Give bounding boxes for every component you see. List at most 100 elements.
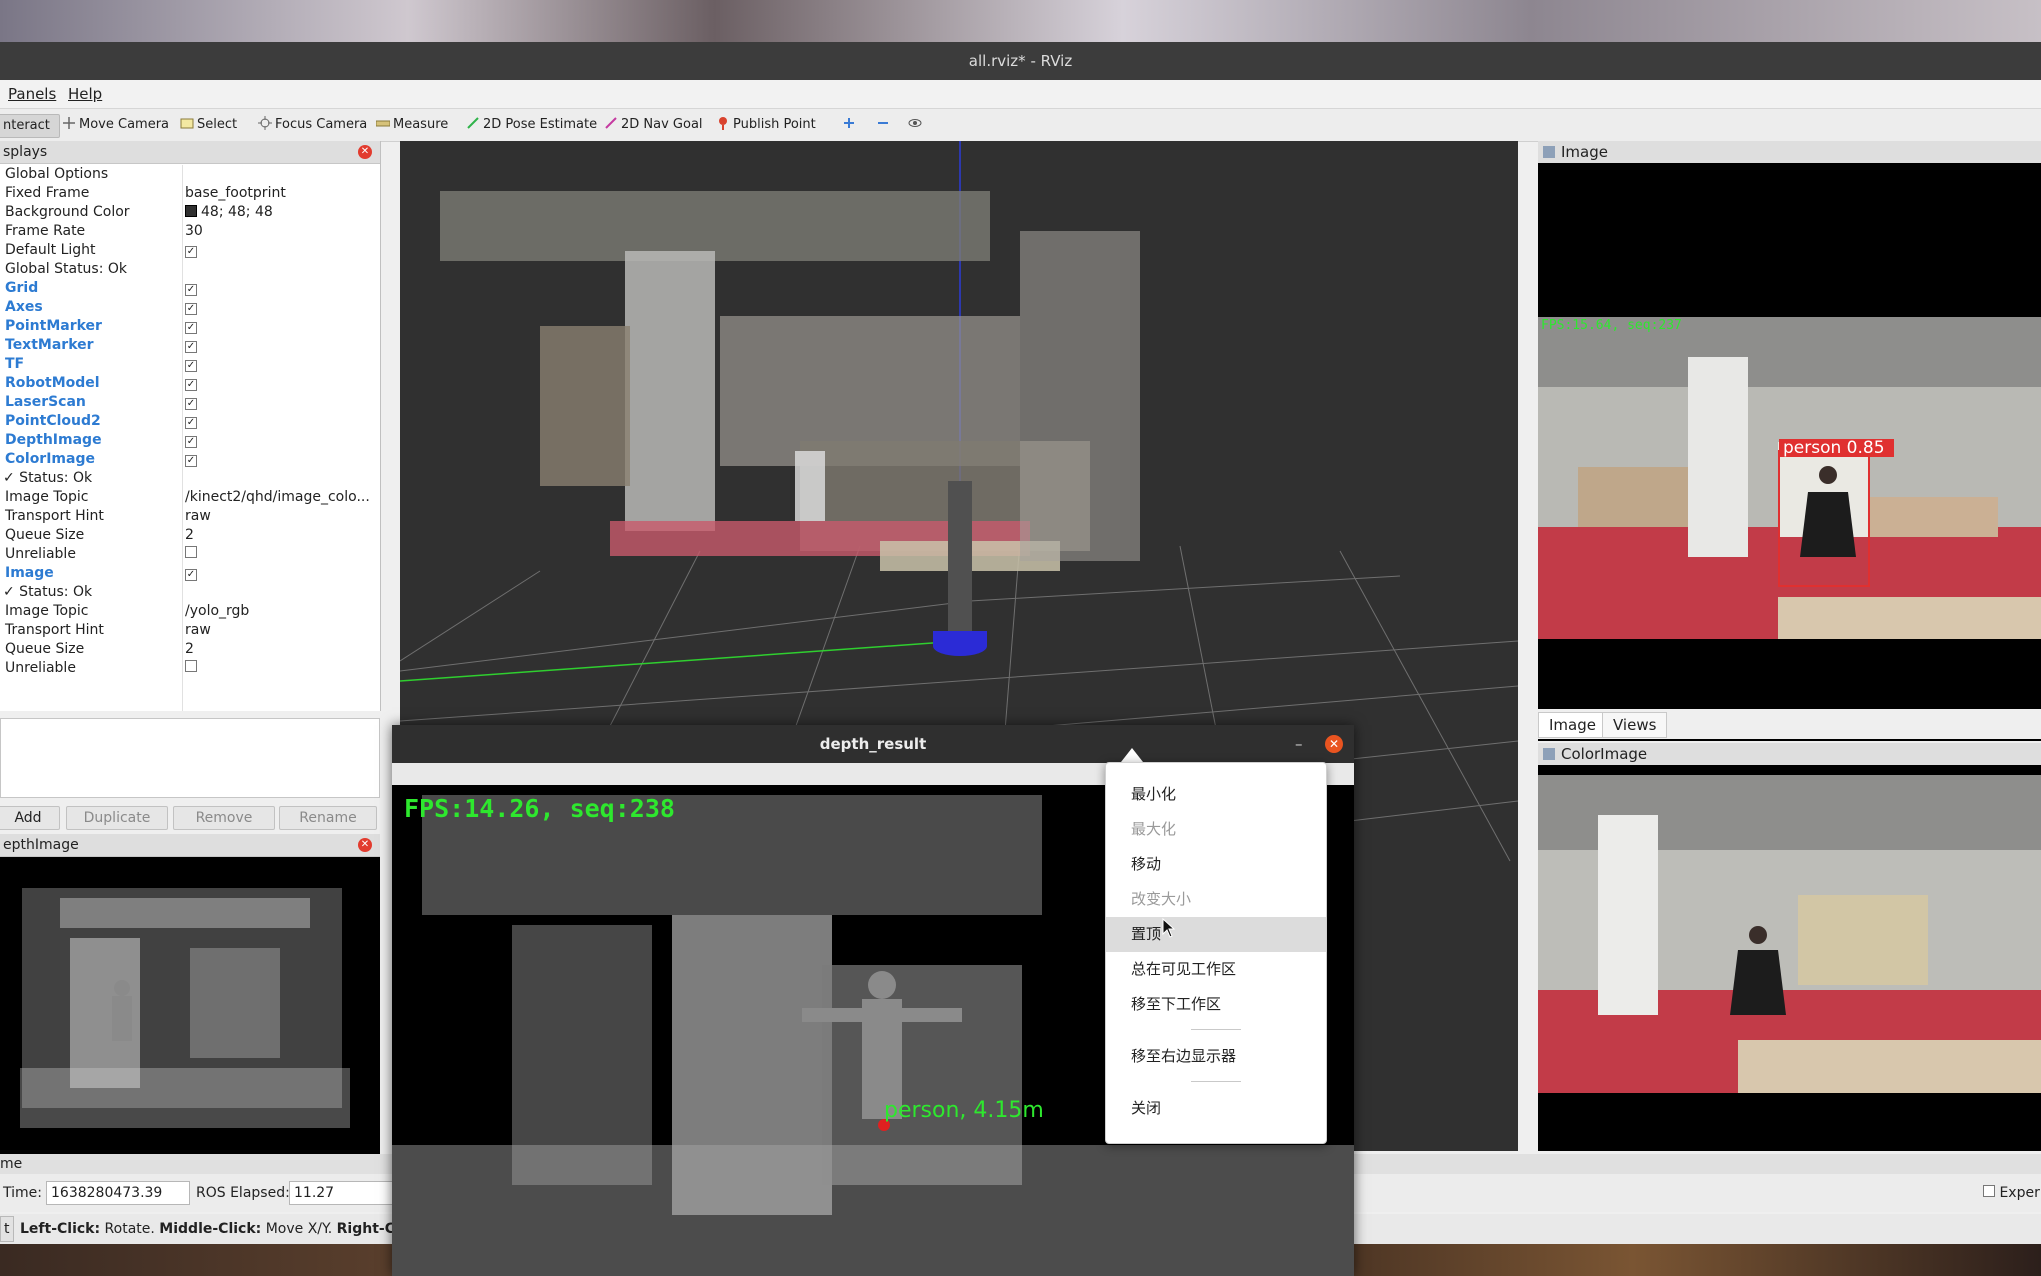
property-checkbox[interactable] [185, 660, 197, 672]
property-value[interactable]: 2 [185, 640, 375, 659]
property-row[interactable]: ✓ Status: Ok [0, 469, 378, 488]
property-checkbox[interactable]: ✓ [185, 360, 197, 372]
property-value[interactable]: /yolo_rgb [185, 602, 375, 621]
ros-elapsed-field[interactable]: 11.27 [289, 1181, 395, 1205]
experimental-checkbox[interactable]: Exper [1983, 1185, 2040, 1201]
tool-2d-pose-estimate[interactable]: 2D Pose Estimate [462, 114, 601, 136]
remove-tool-button[interactable] [872, 114, 897, 136]
close-icon[interactable]: ✕ [358, 838, 372, 852]
property-value[interactable]: ✓ [185, 336, 375, 355]
property-checkbox[interactable]: ✓ [185, 246, 197, 258]
minimize-icon[interactable]: – [1295, 725, 1303, 763]
rename-display-button[interactable]: Rename [279, 806, 377, 830]
property-row[interactable]: ColorImage ✓ [0, 450, 378, 469]
property-value[interactable]: 48; 48; 48 [185, 203, 375, 222]
property-value[interactable]: ✓ [185, 564, 375, 583]
property-value[interactable]: raw [185, 507, 375, 526]
property-value[interactable]: ✓ [185, 374, 375, 393]
property-row[interactable]: Background Color 48; 48; 48 [0, 203, 378, 222]
property-row[interactable]: DepthImage ✓ [0, 431, 378, 450]
property-row[interactable]: Image ✓ [0, 564, 378, 583]
window-titlebar[interactable]: all.rviz* - RViz [0, 42, 2041, 80]
property-value[interactable]: ✓ [185, 279, 375, 298]
tab-views[interactable]: Views [1602, 712, 1668, 738]
property-row[interactable]: Image Topic/yolo_rgb [0, 602, 378, 621]
tool-move-camera[interactable]: Move Camera [58, 114, 173, 136]
property-checkbox[interactable]: ✓ [185, 455, 197, 467]
property-row[interactable]: Fixed Frame base_footprint [0, 184, 378, 203]
tool-properties-button[interactable] [904, 114, 929, 136]
property-value[interactable]: base_footprint [185, 184, 375, 203]
property-row[interactable]: LaserScan ✓ [0, 393, 378, 412]
menu-help[interactable]: Help [68, 85, 102, 103]
menu-panels[interactable]: Panels [8, 85, 56, 103]
property-row[interactable]: PointMarker ✓ [0, 317, 378, 336]
tool-select[interactable]: Select [176, 114, 241, 136]
tool-2d-nav-goal[interactable]: 2D Nav Goal [600, 114, 707, 136]
property-checkbox[interactable]: ✓ [185, 379, 197, 391]
property-row[interactable]: ✓ Status: Ok [0, 583, 378, 602]
property-value[interactable]: ✓ [185, 317, 375, 336]
property-row[interactable]: Queue Size 2 [0, 526, 378, 545]
property-value[interactable]: ✓ [185, 393, 375, 412]
property-checkbox[interactable]: ✓ [185, 436, 197, 448]
property-value[interactable]: ✓ [185, 298, 375, 317]
add-tool-button[interactable] [838, 114, 863, 136]
menu-item-minimize[interactable]: 最小化 [1106, 777, 1326, 812]
menu-item-move-to-workspace-below[interactable]: 移至下工作区 [1106, 987, 1326, 1022]
color-swatch[interactable] [185, 205, 197, 217]
property-checkbox[interactable]: ✓ [185, 284, 197, 296]
close-icon[interactable]: ✕ [358, 145, 372, 159]
menu-item-always-on-top[interactable]: 置顶 [1106, 917, 1326, 952]
property-checkbox[interactable]: ✓ [185, 303, 197, 315]
property-row[interactable]: RobotModel ✓ [0, 374, 378, 393]
property-value[interactable]: /kinect2/qhd/image_colo... [185, 488, 375, 507]
close-icon[interactable]: ✕ [1325, 735, 1343, 753]
menu-item-move[interactable]: 移动 [1106, 847, 1326, 882]
property-value[interactable]: ✓ [185, 412, 375, 431]
property-checkbox[interactable]: ✓ [185, 417, 197, 429]
property-row[interactable]: Axes ✓ [0, 298, 378, 317]
property-checkbox[interactable]: ✓ [185, 322, 197, 334]
property-row[interactable]: Frame Rate 30 [0, 222, 378, 241]
property-row[interactable]: PointCloud2 ✓ [0, 412, 378, 431]
property-value[interactable]: ✓ [185, 431, 375, 450]
property-row[interactable]: Image Topic/kinect2/qhd/image_colo... [0, 488, 378, 507]
add-display-button[interactable]: Add [0, 806, 60, 830]
property-value[interactable]: ✓ [185, 450, 375, 469]
depth-result-titlebar[interactable]: depth_result – ✕ [392, 725, 1354, 763]
property-row[interactable]: TF ✓ [0, 355, 378, 374]
property-row[interactable]: Global Status: Ok [0, 260, 378, 279]
property-row[interactable]: Unreliable [0, 545, 378, 564]
property-row[interactable]: Transport Hint raw [0, 621, 378, 640]
property-checkbox[interactable]: ✓ [185, 569, 197, 581]
duplicate-display-button[interactable]: Duplicate [66, 806, 168, 830]
remove-display-button[interactable]: Remove [173, 806, 275, 830]
property-checkbox[interactable]: ✓ [185, 341, 197, 353]
property-row[interactable]: Queue Size 2 [0, 640, 378, 659]
property-checkbox[interactable] [185, 546, 197, 558]
tool-publish-point[interactable]: Publish Point [712, 114, 820, 136]
menu-item-always-on-visible-workspace[interactable]: 总在可见工作区 [1106, 952, 1326, 987]
tool-focus-camera[interactable]: Focus Camera [254, 114, 371, 136]
property-value[interactable] [185, 659, 375, 678]
property-value[interactable]: 2 [185, 526, 375, 545]
property-checkbox[interactable]: ✓ [185, 398, 197, 410]
tool-interact[interactable]: nteract [0, 114, 60, 138]
menu-item-move-to-right-monitor[interactable]: 移至右边显示器 [1106, 1039, 1326, 1074]
property-value[interactable] [185, 545, 375, 564]
property-row[interactable]: Transport Hint raw [0, 507, 378, 526]
property-row[interactable]: Unreliable [0, 659, 378, 678]
menu-item-close[interactable]: 关闭 [1106, 1091, 1326, 1126]
property-row[interactable]: Default Light ✓ [0, 241, 378, 260]
property-value[interactable]: ✓ [185, 241, 375, 260]
property-value[interactable]: 30 [185, 222, 375, 241]
property-row[interactable]: Grid ✓ [0, 279, 378, 298]
property-value[interactable]: ✓ [185, 355, 375, 374]
property-value[interactable]: raw [185, 621, 375, 640]
tool-measure[interactable]: Measure [372, 114, 452, 136]
ros-time-field[interactable]: 1638280473.39 [46, 1181, 190, 1205]
property-row[interactable]: TextMarker ✓ [0, 336, 378, 355]
tab-image[interactable]: Image [1538, 712, 1607, 738]
property-row[interactable]: Global Options [0, 165, 378, 184]
